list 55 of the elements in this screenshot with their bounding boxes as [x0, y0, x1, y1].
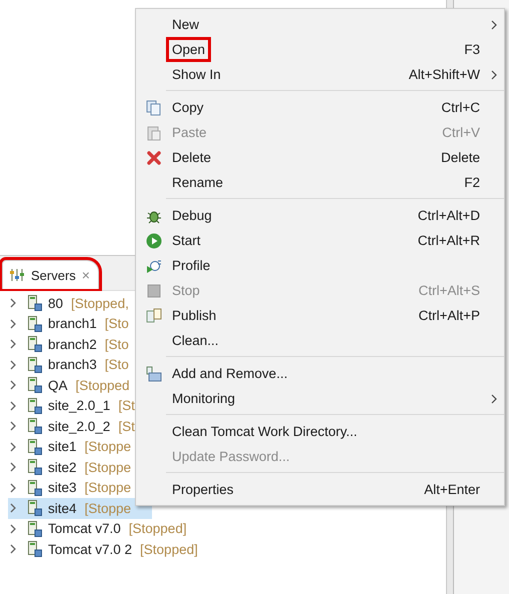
server-name: site4	[48, 500, 77, 516]
menu-item-label: Clean...	[171, 332, 220, 350]
server-status: [Sto	[104, 357, 129, 372]
server-status: [Stoppe	[84, 500, 132, 516]
menu-item-label: Stop	[171, 282, 201, 300]
server-name: site2	[48, 460, 77, 475]
menu-shortcut: Alt+Enter	[424, 482, 480, 497]
server-name: site1	[48, 439, 77, 454]
menu-item-label: Open	[169, 40, 208, 59]
menu-item-label: Paste	[171, 124, 208, 142]
server-status: [Sto	[104, 316, 129, 332]
menu-item-label: Show In	[171, 66, 222, 84]
server-name: Tomcat v7.0	[48, 521, 121, 536]
server-status: [St	[118, 418, 135, 434]
menu-item-label: Add and Remove...	[171, 365, 289, 383]
server-status: [Sto	[104, 336, 129, 352]
server-name: site_2.0_1	[48, 398, 110, 414]
menu-shortcut: F3	[464, 42, 480, 57]
server-status: [Stopped,	[71, 296, 129, 311]
menu-item-label: Monitoring	[171, 390, 236, 408]
server-status: [Stopped	[76, 378, 130, 393]
menu-shortcut: F2	[464, 175, 480, 190]
menu-item-label: Copy	[171, 99, 205, 117]
server-name: branch3	[48, 357, 97, 372]
menu-item-label: Start	[171, 232, 202, 250]
menu-item-label: New	[171, 16, 200, 34]
menu-item-label: Profile	[171, 257, 212, 275]
server-status: [Stoppe	[84, 460, 132, 475]
menu-item-label: Update Password...	[171, 448, 291, 466]
menu-shortcut: Ctrl+Alt+P	[418, 308, 480, 323]
server-name: site3	[48, 480, 77, 496]
menu-shortcut: Ctrl+C	[441, 100, 480, 115]
server-status: [St	[118, 398, 135, 414]
menu-shortcut: Ctrl+Alt+R	[418, 233, 480, 248]
menu-shortcut: Ctrl+Alt+D	[418, 208, 480, 223]
server-name: 80	[48, 296, 64, 311]
server-name: branch2	[48, 336, 97, 352]
menu-item-label: Publish	[171, 307, 218, 325]
menu-item-label: Debug	[171, 207, 213, 225]
menu-shortcut: Ctrl+Alt+S	[418, 283, 480, 298]
server-name: Tomcat v7.0 2	[48, 542, 132, 557]
menu-shortcut: Alt+Shift+W	[408, 67, 480, 82]
server-name: branch1	[48, 316, 97, 332]
menu-item-label: Properties	[171, 481, 235, 499]
menu-shortcut: Ctrl+V	[442, 125, 480, 140]
menu-item-label: Delete	[171, 149, 212, 167]
server-status: [Stoppe	[84, 480, 132, 496]
server-status: [Stopped]	[140, 542, 198, 557]
server-name: QA	[48, 378, 68, 393]
server-status: [Stoppe	[84, 439, 132, 454]
menu-shortcut: Delete	[440, 150, 480, 165]
server-status: [Stopped]	[128, 521, 187, 536]
menu-item-label: Clean Tomcat Work Directory...	[171, 423, 358, 441]
menu-item-label: Rename	[171, 174, 224, 192]
server-name: site_2.0_2	[48, 418, 110, 434]
